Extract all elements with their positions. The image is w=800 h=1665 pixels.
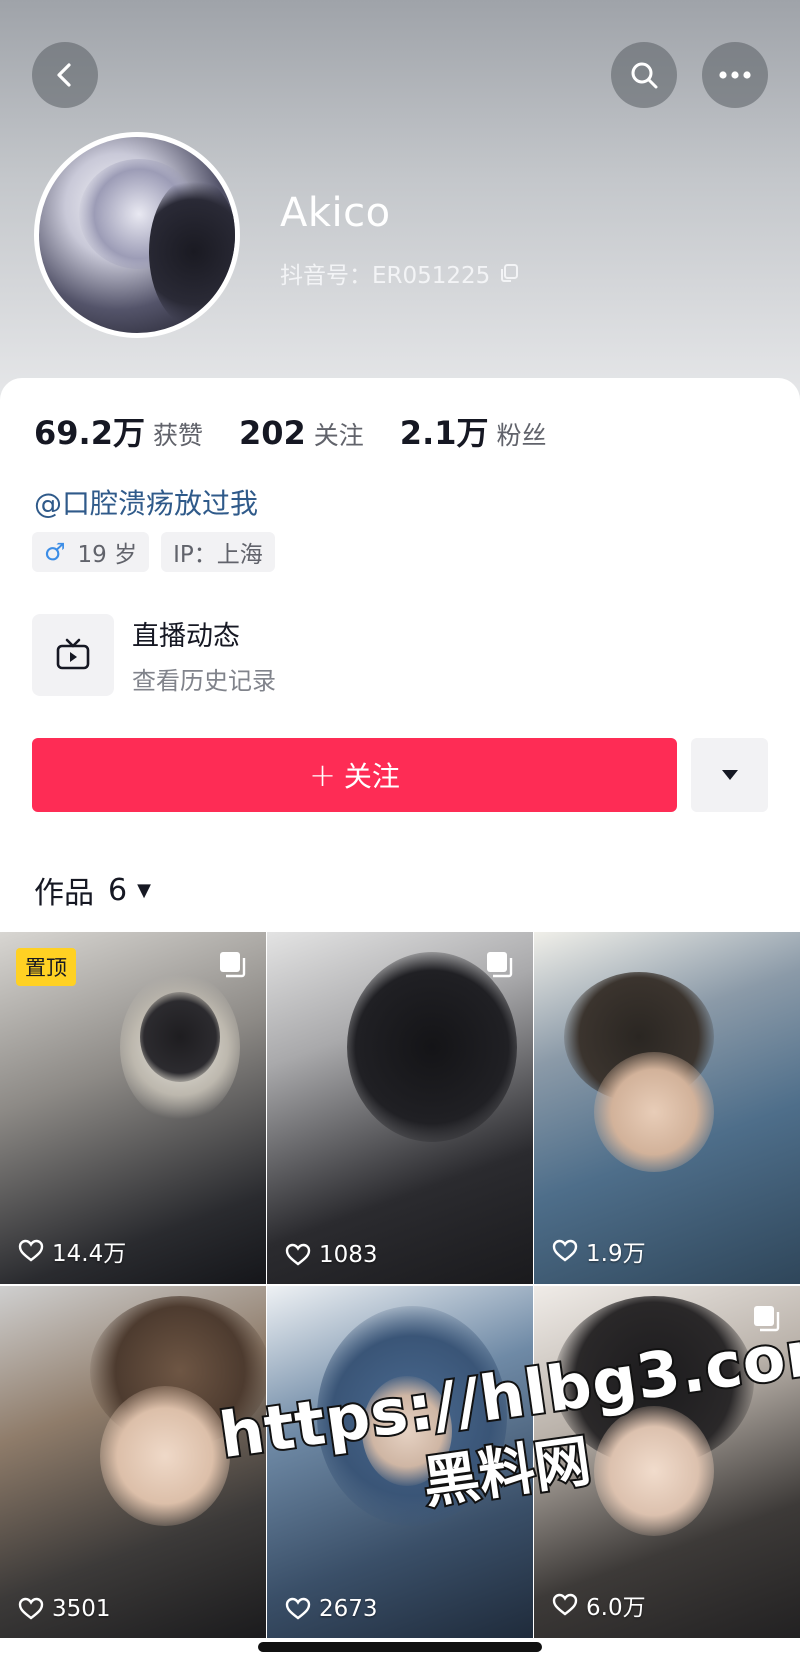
thumb-shape [347, 952, 517, 1142]
video-likes: 2673 [285, 1596, 378, 1622]
stat-following[interactable]: 202 关注 [239, 414, 364, 452]
tab-works[interactable]: 作品 6 ▼ [34, 868, 151, 912]
ip-label: IP：上海 [173, 542, 263, 568]
avatar-art-shadow [149, 177, 235, 327]
likes-count: 3501 [52, 1596, 111, 1622]
ip-tag: IP：上海 [161, 532, 275, 572]
video-tile[interactable]: 1083 [267, 932, 533, 1284]
live-text: 直播动态 查看历史记录 [132, 614, 276, 696]
heart-icon [285, 1243, 311, 1266]
video-likes: 3501 [18, 1596, 111, 1622]
caret-down-icon [721, 770, 738, 780]
likes-count: 6.0万 [586, 1595, 646, 1621]
follow-button[interactable]: + 关注 [32, 738, 677, 812]
more-button[interactable] [702, 42, 768, 108]
thumb-shape [594, 1052, 714, 1172]
douyin-id: 抖音号：ER051225 [280, 263, 491, 289]
follow-label: 关注 [343, 760, 400, 793]
live-history-entry[interactable]: 直播动态 查看历史记录 [32, 614, 276, 696]
likes-count: 2673 [319, 1596, 378, 1622]
stat-label: 获赞 [152, 421, 203, 450]
video-likes: 1083 [285, 1242, 378, 1268]
multi-image-icon [487, 952, 513, 978]
search-icon [631, 62, 658, 89]
live-icon-box [32, 614, 114, 696]
live-title: 直播动态 [132, 621, 240, 652]
stat-value: 2.1万 [399, 414, 489, 452]
thumb-shape [140, 992, 220, 1082]
video-likes: 14.4万 [18, 1234, 126, 1268]
caret-down-icon: ▼ [137, 879, 151, 901]
live-subtitle: 查看历史记录 [132, 667, 276, 695]
more-icon [719, 71, 751, 79]
heart-icon [552, 1239, 578, 1262]
age-tag: ♂ 19 岁 [32, 532, 150, 572]
stat-followers[interactable]: 2.1万 粉丝 [400, 408, 547, 454]
profile-tags: ♂ 19 岁 IP：上海 [32, 532, 275, 572]
video-tile[interactable]: 1.9万 [534, 932, 800, 1284]
bio-mention-link[interactable]: @口腔溃疡放过我 [34, 482, 258, 522]
thumb-shape [100, 1386, 230, 1526]
male-icon: ♂ [44, 538, 66, 566]
likes-count: 1.9万 [586, 1241, 646, 1267]
plus-icon: + [309, 756, 336, 794]
multi-image-icon [220, 952, 246, 978]
douyin-id-row[interactable]: 抖音号：ER051225 [280, 256, 520, 290]
stats-row: 69.2万 获赞 202 关注 2.1万 粉丝 [34, 408, 583, 454]
heart-icon [552, 1593, 578, 1616]
profile-name: Akico [280, 190, 391, 236]
video-likes: 6.0万 [552, 1588, 646, 1622]
stat-value: 202 [238, 414, 306, 452]
stat-label: 关注 [313, 421, 364, 450]
back-button[interactable] [32, 42, 98, 108]
copy-icon[interactable] [498, 262, 520, 284]
age-label: 19 岁 [77, 542, 138, 568]
works-label: 作品 [34, 876, 94, 911]
heart-icon [285, 1597, 311, 1620]
video-likes: 1.9万 [552, 1234, 646, 1268]
search-button[interactable] [611, 42, 677, 108]
video-tile[interactable]: 置顶 14.4万 [0, 932, 266, 1284]
likes-count: 14.4万 [52, 1241, 127, 1267]
stat-likes[interactable]: 69.2万 获赞 [34, 408, 203, 454]
stat-label: 粉丝 [496, 421, 547, 450]
works-count: 6 [108, 872, 128, 908]
home-indicator[interactable] [258, 1642, 542, 1652]
stat-value: 69.2万 [34, 414, 145, 452]
chevron-left-icon [57, 63, 71, 87]
pinned-badge: 置顶 [16, 948, 76, 986]
heart-icon [18, 1597, 44, 1620]
avatar[interactable] [34, 132, 240, 338]
likes-count: 1083 [319, 1242, 378, 1268]
tv-icon [56, 638, 90, 670]
heart-icon [18, 1239, 44, 1262]
follow-options-button[interactable] [691, 738, 768, 812]
